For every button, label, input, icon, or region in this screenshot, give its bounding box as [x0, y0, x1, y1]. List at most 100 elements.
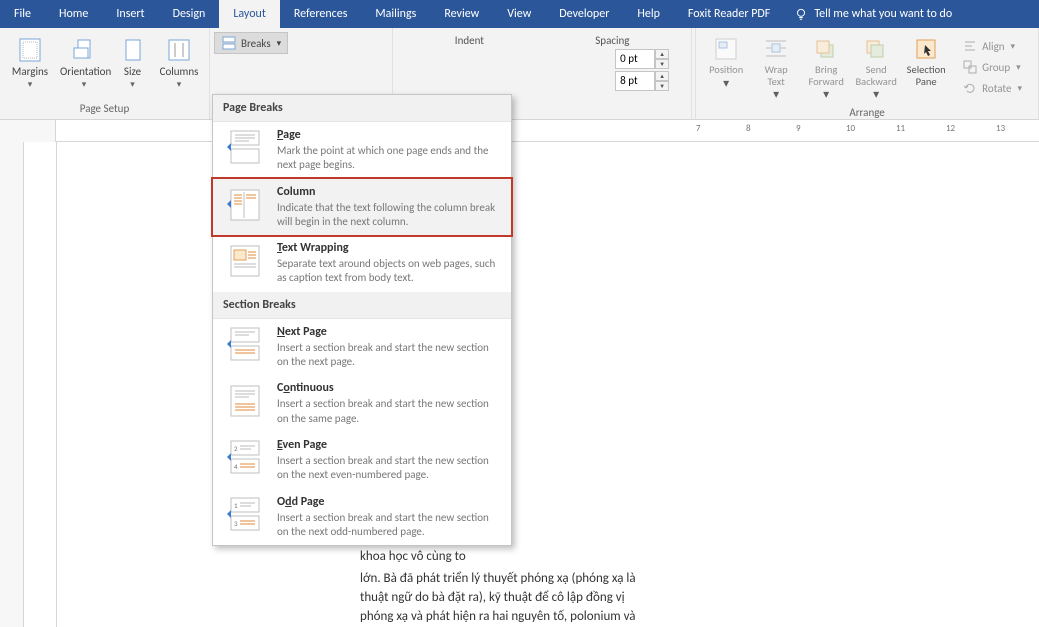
- tab-view[interactable]: View: [493, 0, 545, 28]
- rotate-button[interactable]: Rotate▾: [956, 78, 1028, 98]
- tab-developer[interactable]: Developer: [545, 0, 623, 28]
- position-label: Position: [704, 64, 748, 76]
- tell-me-search[interactable]: Tell me what you want to do: [784, 7, 1039, 21]
- page-setup-group-label: Page Setup: [6, 100, 203, 119]
- break-continuous-item[interactable]: Continuous Insert a section break and sta…: [213, 375, 511, 432]
- spin-up-icon[interactable]: ▲: [655, 71, 669, 81]
- tab-insert[interactable]: Insert: [102, 0, 158, 28]
- vertical-ruler[interactable]: [0, 142, 24, 627]
- oddpage-break-title: Odd Page: [277, 495, 501, 509]
- chevron-down-icon: ▾: [754, 87, 798, 102]
- margins-button[interactable]: Margins ▾: [6, 32, 54, 92]
- break-evenpage-item[interactable]: 24 Even PageInsert a section break and s…: [213, 432, 511, 489]
- tab-references[interactable]: References: [280, 0, 362, 28]
- spacing-before-value[interactable]: 0 pt: [615, 49, 655, 69]
- orientation-label: Orientation: [60, 66, 108, 78]
- column-break-icon: [223, 185, 267, 225]
- svg-text:1: 1: [234, 501, 238, 510]
- size-label: Size: [116, 66, 149, 78]
- columns-button[interactable]: Columns ▾: [155, 32, 203, 92]
- spacing-after-spinner[interactable]: 8 pt ▲▼: [615, 71, 669, 91]
- align-button[interactable]: Align▾: [956, 36, 1028, 56]
- ruler-tick: 7: [696, 123, 701, 134]
- send-backward-button[interactable]: Send Backward ▾: [852, 32, 900, 104]
- indent-label: Indent: [455, 34, 484, 47]
- nextpage-break-desc: Insert a section break and start the new…: [277, 341, 501, 370]
- chevron-down-icon: ▾: [60, 79, 108, 90]
- columns-icon: [163, 36, 195, 64]
- horizontal-ruler[interactable]: 7 8 9 10 11 12 13: [0, 120, 1039, 142]
- break-page-item[interactable]: Page Mark the point at which one page end…: [213, 122, 511, 179]
- chevron-down-icon: ▾: [8, 79, 52, 90]
- doc-line: khoa học vô cùng to: [360, 548, 660, 567]
- size-icon: [117, 36, 149, 64]
- tab-review[interactable]: Review: [430, 0, 493, 28]
- size-button[interactable]: Size ▾: [114, 32, 151, 92]
- group-icon: [962, 59, 978, 75]
- ruler-tick: 10: [846, 123, 855, 134]
- send-backward-label: Send Backward: [854, 64, 898, 87]
- continuous-break-title: Continuous: [277, 381, 501, 395]
- document-canvas[interactable]: n 1995, tro xương của ệm tại điện Panthé…: [0, 142, 1039, 627]
- tab-mailings[interactable]: Mailings: [361, 0, 430, 28]
- selection-pane-button[interactable]: Selection Pane: [902, 32, 950, 104]
- page-break-icon: [223, 128, 267, 168]
- bring-forward-button[interactable]: Bring Forward ▾: [802, 32, 850, 104]
- spin-up-icon[interactable]: ▲: [655, 49, 669, 59]
- rotate-label: Rotate: [982, 82, 1011, 95]
- nextpage-break-icon: [223, 325, 267, 365]
- break-textwrap-item[interactable]: Text Wrapping Separate text around object…: [213, 235, 511, 292]
- tab-design[interactable]: Design: [159, 0, 220, 28]
- ruler-tick: 9: [796, 123, 801, 134]
- textwrap-break-desc: Separate text around objects on web page…: [277, 257, 501, 286]
- spacing-before-spinner[interactable]: 0 pt ▲▼: [615, 49, 669, 69]
- tab-foxit[interactable]: Foxit Reader PDF: [674, 0, 784, 28]
- wrap-text-button[interactable]: Wrap Text ▾: [752, 32, 800, 104]
- svg-text:3: 3: [234, 519, 238, 528]
- group-obj-label: Group: [982, 61, 1010, 74]
- columns-label: Columns: [157, 66, 201, 78]
- chevron-down-icon: ▾: [277, 38, 282, 49]
- break-oddpage-item[interactable]: 1 3 Odd Page Insert a section break and st…: [213, 489, 511, 546]
- breaks-icon: [221, 35, 237, 51]
- breaks-label: Breaks: [241, 37, 271, 50]
- position-button[interactable]: Position ▾: [702, 32, 750, 104]
- tab-help[interactable]: Help: [623, 0, 674, 28]
- textwrap-break-icon: [223, 241, 267, 281]
- tab-layout[interactable]: Layout: [219, 0, 280, 28]
- page-break-desc: Mark the point at which one page ends an…: [277, 144, 501, 173]
- align-icon: [962, 38, 978, 54]
- breaks-dropdown: Page Breaks PageMark the point at which …: [212, 94, 512, 546]
- chevron-down-icon: ▾: [1011, 41, 1016, 52]
- continuous-break-desc: Insert a section break and start the new…: [277, 397, 501, 426]
- evenpage-break-title: Even Page: [277, 438, 501, 452]
- margins-icon: [14, 36, 46, 64]
- bring-forward-icon: [810, 36, 842, 62]
- group-button[interactable]: Group▾: [956, 57, 1028, 77]
- selection-pane-icon: [910, 36, 942, 62]
- position-icon: [710, 36, 742, 62]
- spacing-label: Spacing: [595, 34, 629, 47]
- oddpage-break-desc: Insert a section break and start the new…: [277, 511, 501, 540]
- nextpage-break-title: Next Page: [277, 325, 501, 339]
- tab-file[interactable]: File: [0, 0, 45, 28]
- orientation-button[interactable]: Orientation ▾: [58, 32, 110, 92]
- chevron-down-icon: ▾: [157, 79, 201, 90]
- send-backward-icon: [860, 36, 892, 62]
- evenpage-break-icon: 24: [223, 438, 267, 478]
- break-column-item[interactable]: ColumnIndicate that the text following t…: [213, 179, 511, 236]
- ruler-tick: 13: [996, 123, 1005, 134]
- section-breaks-header: Section Breaks: [213, 292, 511, 319]
- page-break-title: Page: [277, 128, 501, 142]
- svg-text:4: 4: [234, 462, 238, 471]
- ruler-corner: [0, 120, 56, 142]
- break-nextpage-item[interactable]: Next Page Insert a section break and star…: [213, 319, 511, 376]
- rotate-icon: [962, 80, 978, 96]
- breaks-button[interactable]: Breaks ▾: [214, 32, 288, 54]
- spin-down-icon[interactable]: ▼: [655, 59, 669, 69]
- tab-home[interactable]: Home: [45, 0, 102, 28]
- orientation-icon: [68, 36, 100, 64]
- textwrap-break-title: Text Wrapping: [277, 241, 501, 255]
- spacing-after-value[interactable]: 8 pt: [615, 71, 655, 91]
- spin-down-icon[interactable]: ▼: [655, 81, 669, 91]
